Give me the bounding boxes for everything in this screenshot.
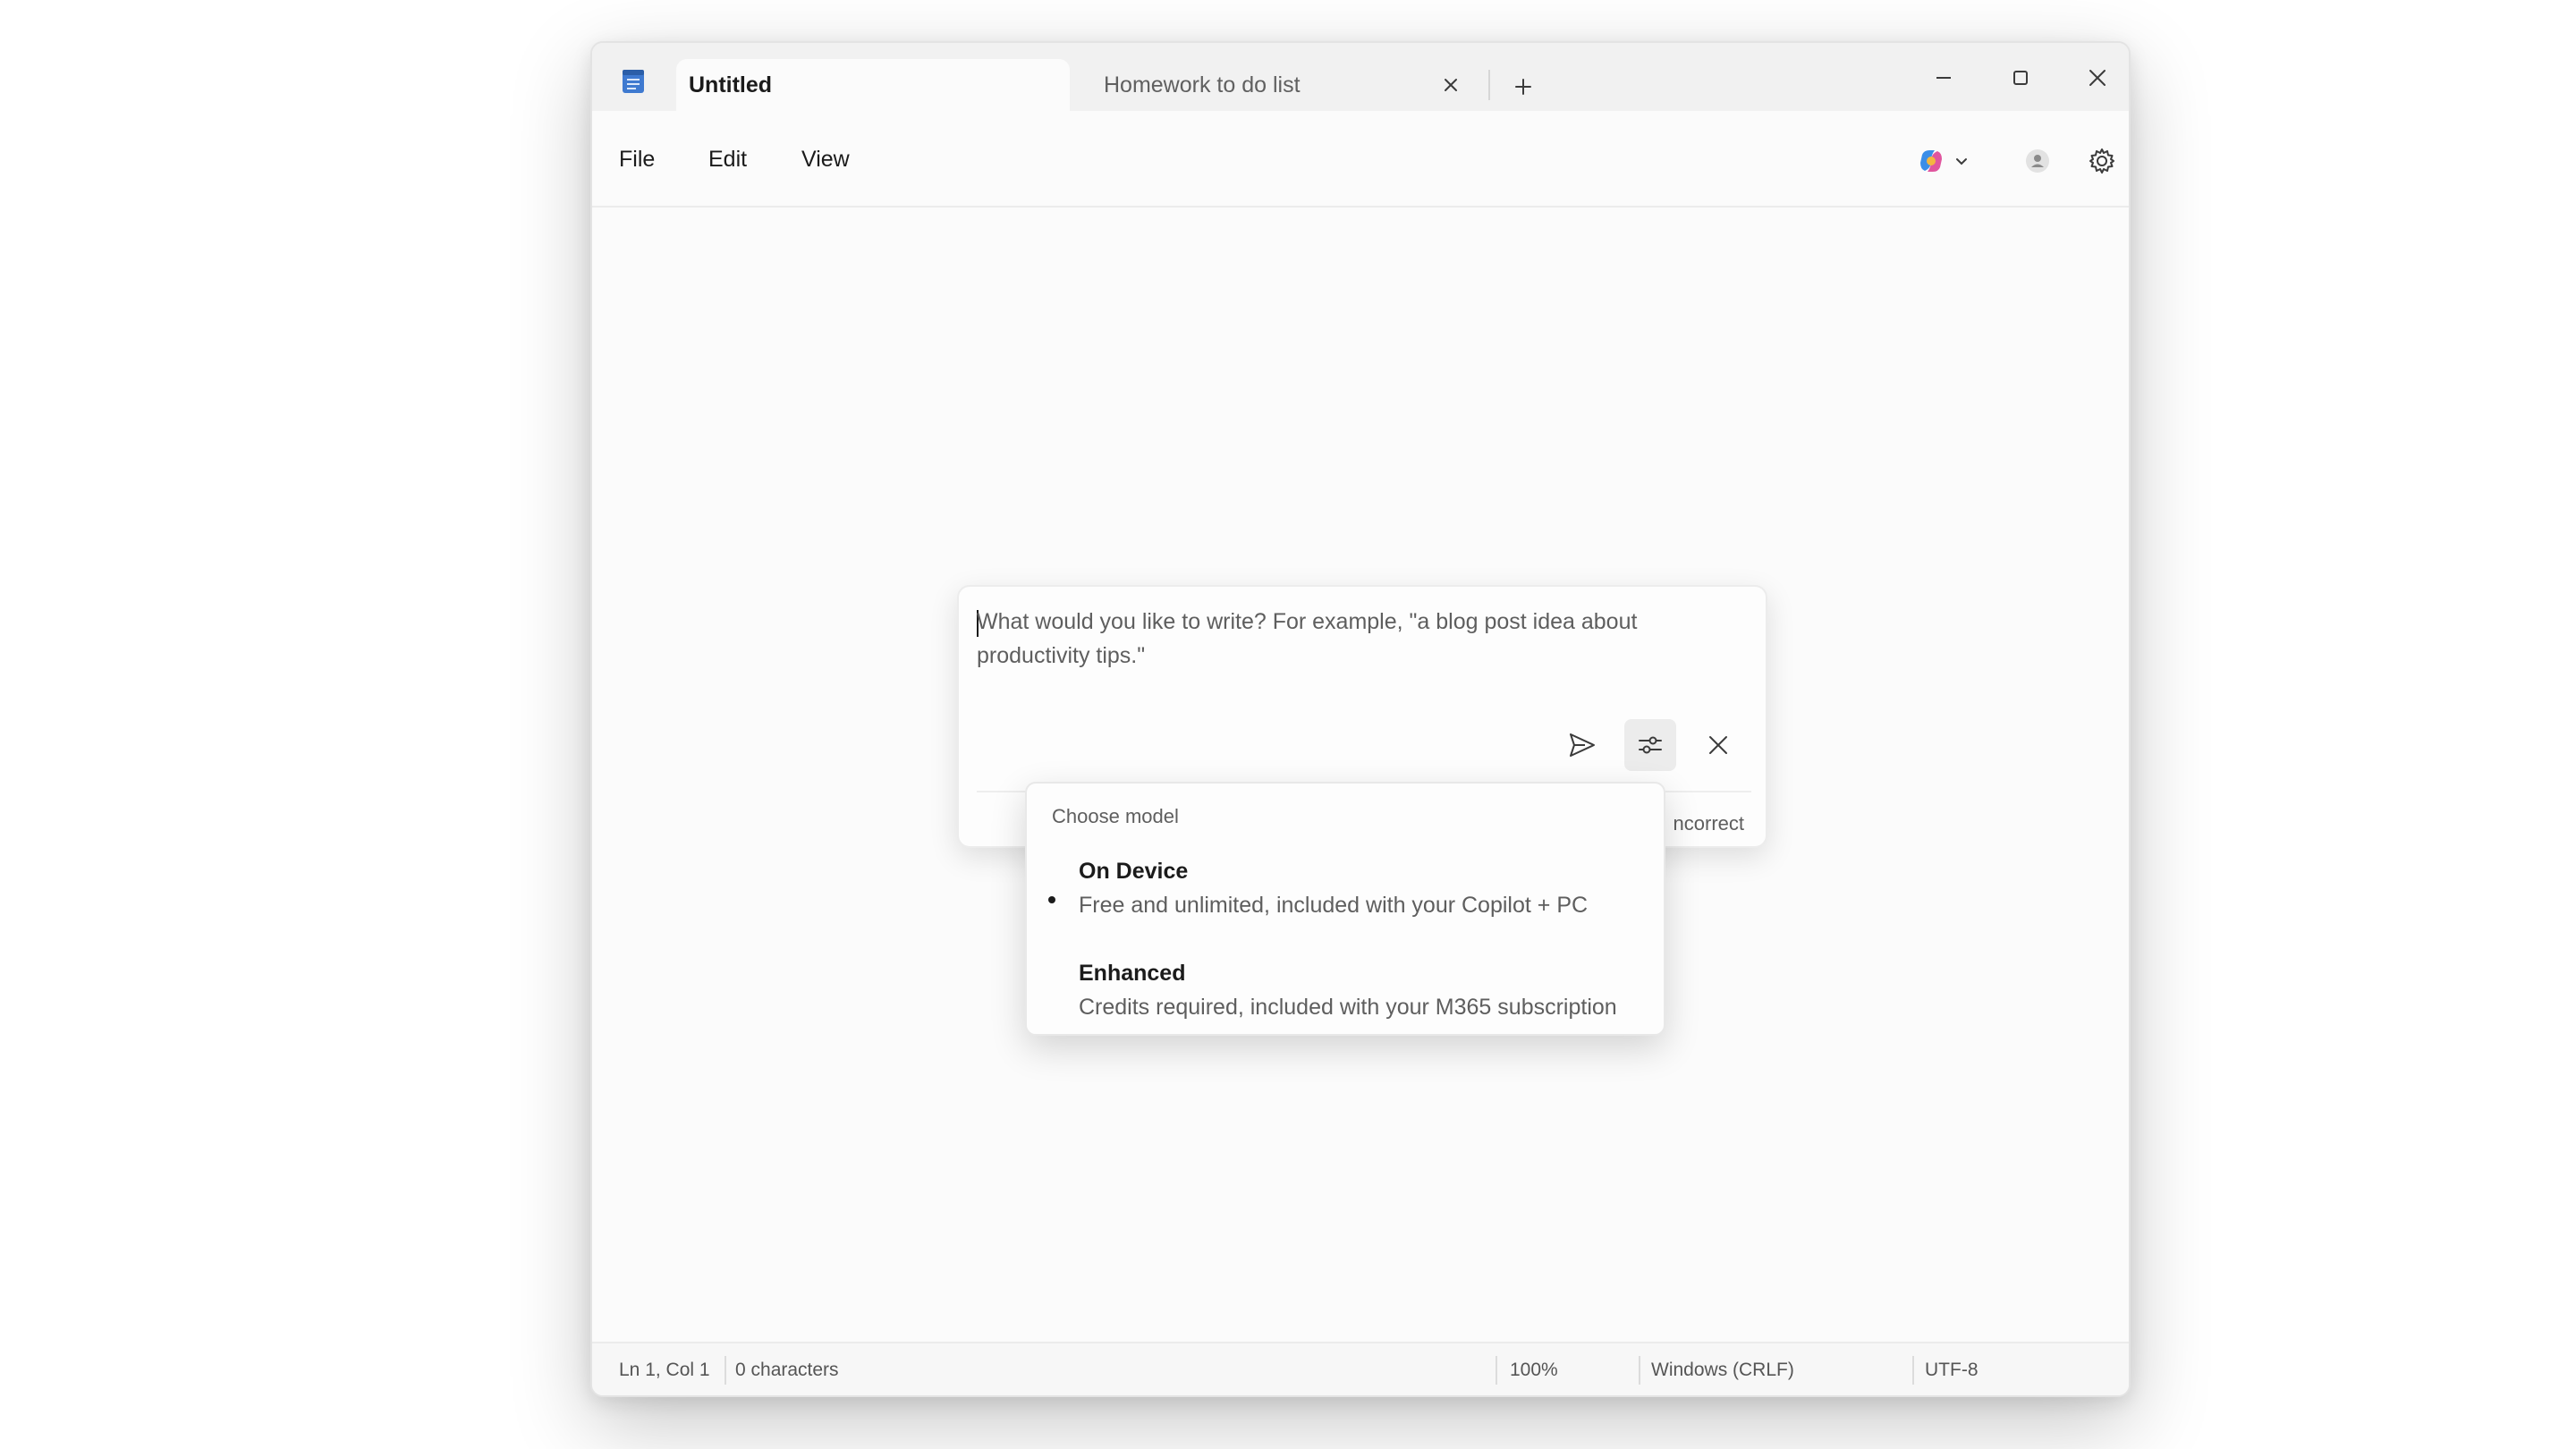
model-option-on-device[interactable]: On Device Free and unlimited, included w… bbox=[1027, 846, 1664, 936]
close-tab-button[interactable] bbox=[1438, 72, 1463, 97]
menu-view[interactable]: View bbox=[801, 147, 850, 173]
send-button[interactable] bbox=[1556, 719, 1608, 771]
zoom-level[interactable]: 100% bbox=[1510, 1360, 1558, 1381]
cursor-position: Ln 1, Col 1 bbox=[619, 1360, 710, 1380]
tab-homework-to-do-list[interactable]: Homework to do list bbox=[1075, 59, 1479, 111]
option-title: On Device bbox=[1079, 859, 1189, 884]
status-divider bbox=[1496, 1356, 1497, 1385]
account-button[interactable] bbox=[2012, 136, 2063, 186]
model-settings-button[interactable] bbox=[1624, 719, 1676, 771]
menu-edit[interactable]: Edit bbox=[708, 147, 747, 173]
close-icon bbox=[1709, 736, 1727, 754]
selected-indicator bbox=[1048, 896, 1055, 903]
status-divider bbox=[724, 1356, 726, 1385]
new-tab-button[interactable] bbox=[1501, 64, 1546, 109]
menu-file[interactable]: File bbox=[619, 147, 655, 173]
notepad-icon bbox=[619, 66, 648, 95]
plus-icon bbox=[1515, 79, 1531, 95]
status-divider bbox=[1912, 1356, 1914, 1385]
minimize-button[interactable] bbox=[1912, 55, 1975, 100]
encoding[interactable]: UTF-8 bbox=[1925, 1360, 1979, 1381]
menu-bar: File Edit View bbox=[592, 111, 2129, 208]
account-icon bbox=[2026, 149, 2049, 173]
send-icon bbox=[1570, 733, 1595, 757]
status-divider bbox=[1639, 1356, 1640, 1385]
close-prompt-button[interactable] bbox=[1692, 719, 1744, 771]
close-icon bbox=[2089, 70, 2106, 86]
tab-label: Untitled bbox=[689, 72, 773, 97]
option-description: Credits required, included with your M36… bbox=[1079, 995, 1617, 1020]
option-description: Free and unlimited, included with your C… bbox=[1079, 893, 1589, 918]
status-bar: Ln 1, Col 1 0 characters 100% Windows (C… bbox=[592, 1342, 2129, 1395]
gear-icon bbox=[2089, 148, 2114, 174]
close-window-button[interactable] bbox=[2066, 55, 2129, 100]
copilot-icon bbox=[1920, 150, 1942, 172]
feedback-link[interactable]: ncorrect bbox=[1674, 812, 1744, 835]
sliders-icon bbox=[1639, 736, 1662, 754]
line-ending[interactable]: Windows (CRLF) bbox=[1651, 1360, 1794, 1381]
tab-divider bbox=[1488, 70, 1490, 100]
maximize-icon bbox=[2013, 71, 2028, 85]
minimize-icon bbox=[1936, 77, 1951, 79]
choose-model-menu: Choose model On Device Free and unlimite… bbox=[1025, 782, 1665, 1036]
model-option-enhanced[interactable]: Enhanced Credits required, included with… bbox=[1027, 948, 1664, 1038]
tab-untitled[interactable]: Untitled bbox=[676, 59, 1070, 111]
title-bar: Untitled Homework to do list bbox=[592, 43, 2129, 111]
close-icon bbox=[1445, 79, 1457, 91]
copilot-button[interactable] bbox=[1909, 136, 1977, 186]
character-count: 0 characters bbox=[735, 1360, 839, 1380]
settings-button[interactable] bbox=[2077, 136, 2127, 186]
chevron-down-icon bbox=[1956, 158, 1967, 165]
maximize-button[interactable] bbox=[1989, 55, 2052, 100]
menu-header: Choose model bbox=[1052, 805, 1179, 827]
tab-label: Homework to do list bbox=[1104, 72, 1301, 97]
option-title: Enhanced bbox=[1079, 961, 1186, 986]
prompt-input[interactable]: What would you like to write? For exampl… bbox=[977, 605, 1728, 673]
